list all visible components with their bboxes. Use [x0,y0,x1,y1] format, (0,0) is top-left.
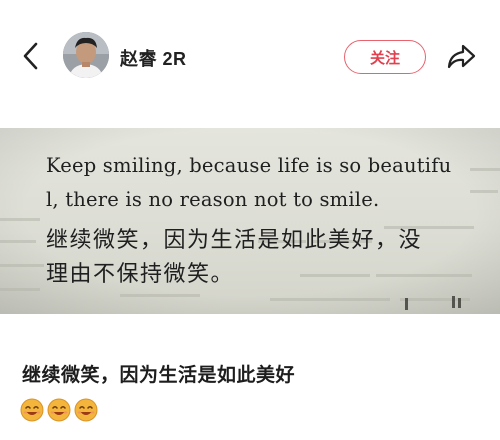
share-arrow-icon [447,44,476,69]
avatar[interactable] [63,32,109,78]
post-photo[interactable]: Keep smiling, because life is so beautif… [0,128,500,314]
chevron-left-icon [23,42,38,70]
post-caption: 继续微笑，因为生活是如此美好 [22,364,296,386]
photo-text-line: l, there is no reason not to smile. [46,188,380,211]
post-header: 赵睿 2R 关注 [0,0,500,112]
smiling-face-emoji-icon [47,398,71,422]
post-detail-screen: 赵睿 2R 关注 Keep smiling, because life is s… [0,0,500,440]
avatar-photo [63,32,109,78]
photo-text-line: 理由不保持微笑。 [46,262,235,287]
photo-text-line: Keep smiling, because life is so beautif… [46,154,452,177]
emoji-row [20,398,98,422]
follow-button[interactable]: 关注 [344,40,426,74]
share-button[interactable] [444,40,478,74]
username[interactable]: 赵睿 2R [120,45,187,71]
photo-text-line: 继续微笑，因为生活是如此美好，没 [46,228,423,253]
smiling-face-emoji-icon [74,398,98,422]
back-button[interactable] [16,38,46,74]
smiling-face-emoji-icon [20,398,44,422]
